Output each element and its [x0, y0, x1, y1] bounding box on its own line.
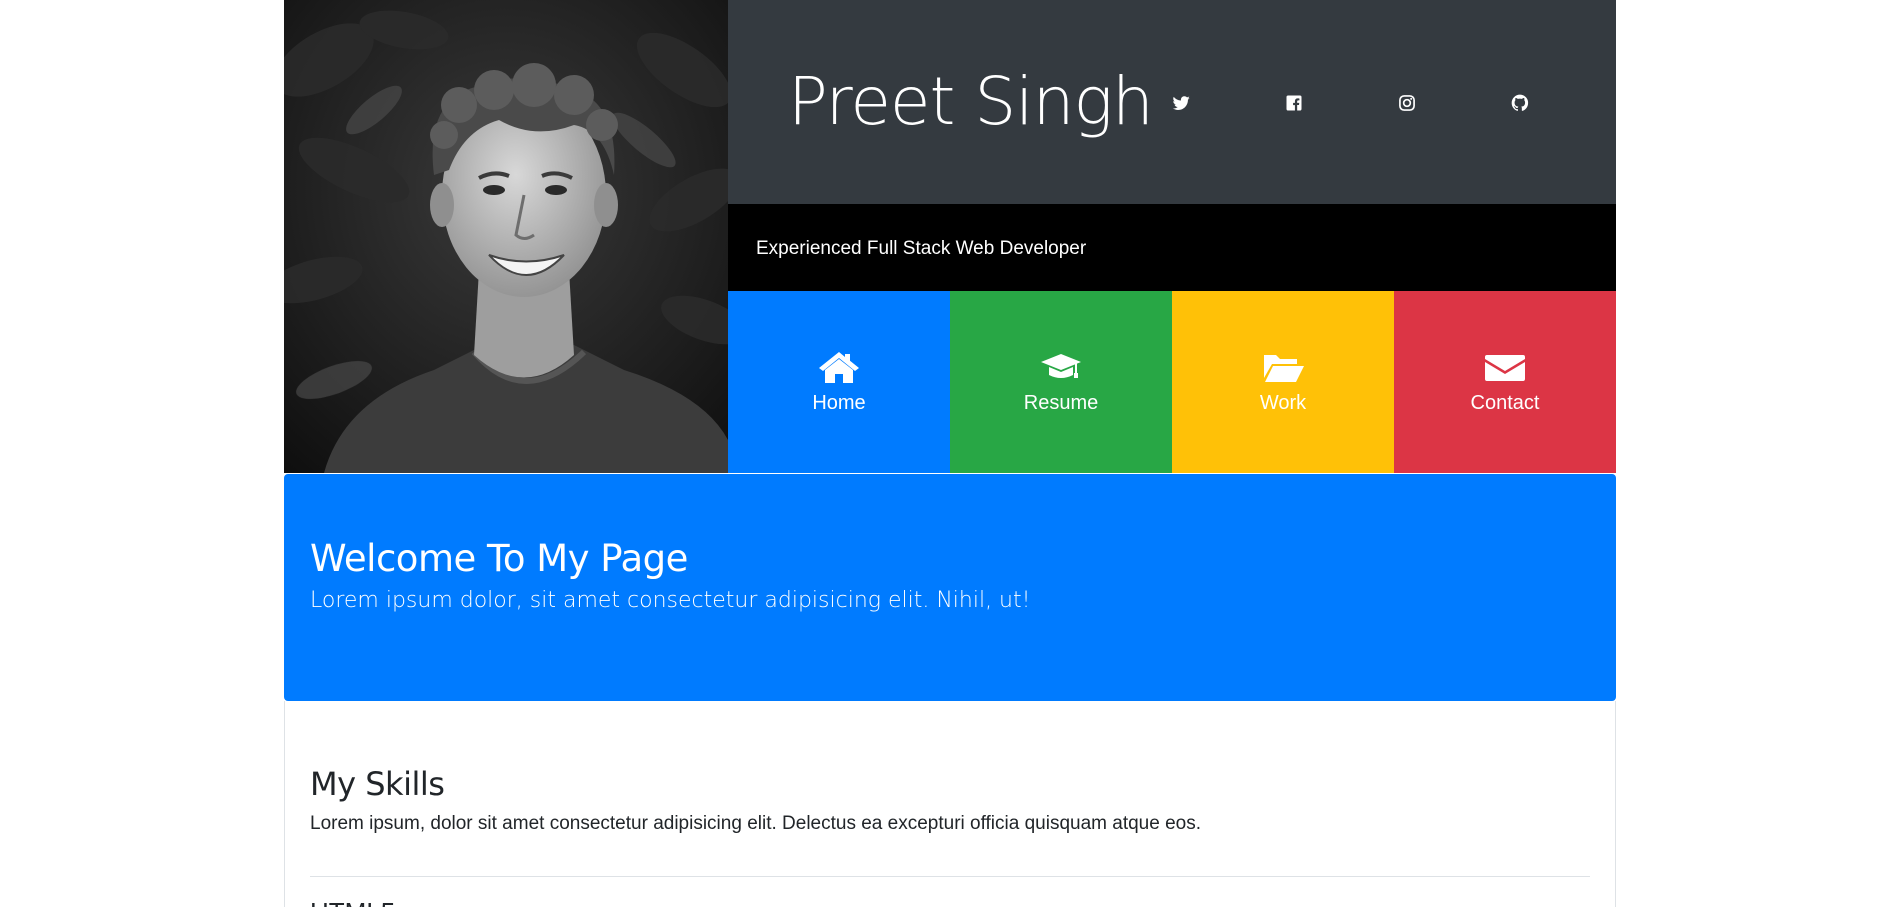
skills-title: My Skills	[310, 765, 445, 803]
social-links	[1124, 90, 1576, 116]
portrait-illustration	[284, 0, 728, 473]
facebook-icon	[1286, 95, 1301, 111]
profile-name: Preet Singh	[788, 63, 1154, 140]
github-icon	[1511, 94, 1528, 111]
nav-label-home: Home	[812, 392, 866, 414]
profile-header: Preet Singh Experienced Full Stack Web D…	[284, 0, 1616, 473]
folder-open-icon	[1264, 355, 1304, 382]
nav-label-work: Work	[1259, 392, 1307, 414]
twitter-icon	[1172, 96, 1190, 110]
instagram-link[interactable]	[1350, 90, 1463, 116]
instagram-icon	[1398, 95, 1415, 111]
skills-divider	[310, 876, 1590, 877]
twitter-link[interactable]	[1124, 90, 1237, 116]
graduation-cap-icon	[1041, 354, 1081, 378]
facebook-link[interactable]	[1237, 90, 1350, 116]
main-nav: Home Resume Work Contact	[728, 291, 1616, 473]
envelope-icon	[1485, 355, 1525, 381]
tagline-bar: Experienced Full Stack Web Developer	[728, 204, 1616, 291]
skills-text: Lorem ipsum, dolor sit amet consectetur …	[310, 813, 1201, 834]
nav-label-resume: Resume	[1023, 392, 1099, 414]
welcome-title: Welcome To My Page	[310, 537, 688, 580]
nav-item-work[interactable]: Work	[1172, 291, 1394, 473]
welcome-jumbotron: Welcome To My Page Lorem ipsum dolor, si…	[284, 474, 1616, 701]
tagline: Experienced Full Stack Web Developer	[756, 238, 1087, 259]
nav-item-resume[interactable]: Resume	[950, 291, 1172, 473]
welcome-text: Lorem ipsum dolor, sit amet consectetur …	[310, 588, 1031, 613]
name-bar: Preet Singh	[728, 0, 1616, 204]
skill-title: HTML5	[310, 897, 1590, 907]
github-link[interactable]	[1463, 90, 1576, 116]
home-icon	[819, 352, 859, 383]
nav-label-contact: Contact	[1470, 392, 1540, 414]
profile-photo	[284, 0, 728, 473]
page-container: Preet Singh Experienced Full Stack Web D…	[284, 0, 1616, 907]
nav-item-home[interactable]: Home	[728, 291, 950, 473]
skills-section: My Skills Lorem ipsum, dolor sit amet co…	[284, 701, 1616, 907]
nav-item-contact[interactable]: Contact	[1394, 291, 1616, 473]
